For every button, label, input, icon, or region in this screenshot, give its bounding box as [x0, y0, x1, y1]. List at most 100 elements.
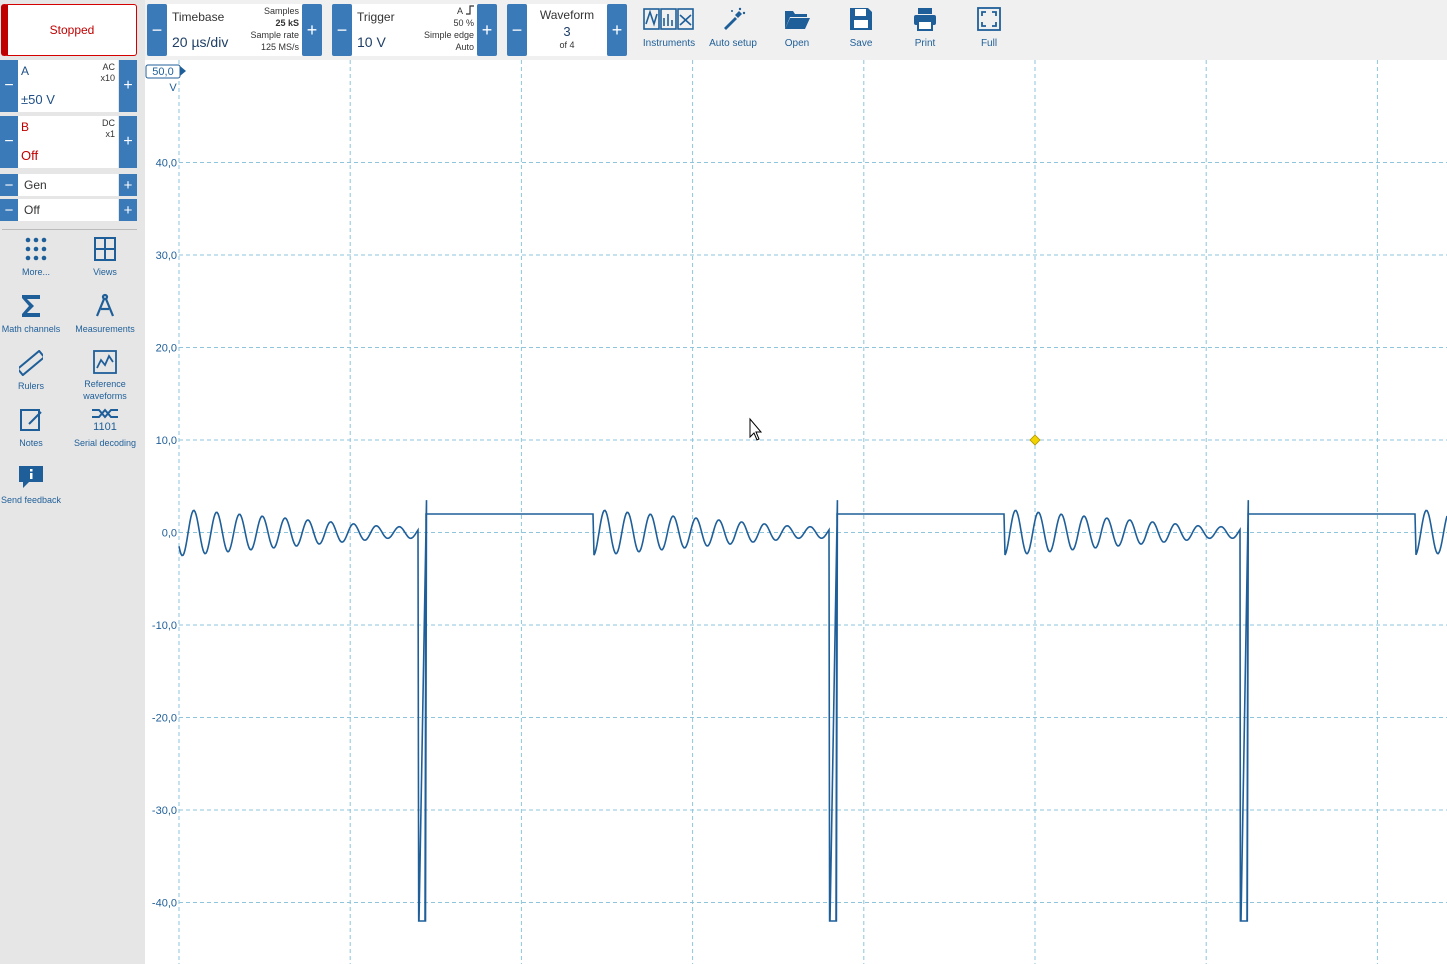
open-label: Open	[784, 38, 810, 49]
y-tick-label: -10,0	[152, 620, 177, 632]
channel-b-range: Off	[21, 148, 39, 163]
timebase-increase-button[interactable]: +	[302, 4, 322, 56]
top-toolbar: − Timebase 20 µs/div Samples 25 kS Sampl…	[145, 0, 1447, 60]
y-axis-unit: V	[169, 82, 177, 94]
channel-b-probe: x1	[105, 129, 115, 139]
y-tick-label: -30,0	[152, 805, 177, 817]
channel-b-decrease-button[interactable]: −	[0, 116, 18, 168]
channel-a-control[interactable]: − A AC x10 ±50 V +	[0, 60, 137, 112]
more-button[interactable]: More...	[0, 236, 72, 278]
instruments-button[interactable]: Instruments	[638, 4, 700, 49]
serial-decoding-icon: 1101	[69, 407, 141, 433]
sample-rate-value: 125 MS/s	[260, 42, 299, 52]
channel-a-increase-button[interactable]: +	[119, 60, 137, 112]
generator-decrease-button[interactable]: −	[0, 174, 18, 196]
generator-state-increase-button[interactable]: +	[119, 199, 137, 221]
run-state-label: Stopped	[49, 23, 95, 37]
reference-waveforms-label: Reference waveforms	[83, 379, 127, 401]
channel-a-range: ±50 V	[21, 92, 55, 107]
generator-state-row[interactable]: − Off +	[0, 199, 137, 221]
rulers-button[interactable]: Rulers	[0, 350, 67, 392]
generator-label: Gen	[18, 174, 118, 196]
generator-state: Off	[18, 199, 118, 221]
y-tick-label: -20,0	[152, 713, 177, 725]
timebase-title: Timebase	[172, 10, 225, 24]
measurements-button[interactable]: Measurements	[69, 293, 141, 335]
run-stop-button[interactable]: Stopped	[1, 4, 137, 56]
folder-open-icon	[766, 6, 828, 32]
ruler-icon	[0, 350, 67, 376]
sample-rate-label: Sample rate	[250, 30, 299, 40]
channel-a-waveform-line	[178, 500, 1447, 922]
timebase-decrease-button[interactable]: −	[147, 4, 167, 56]
trigger-increase-button[interactable]: +	[477, 4, 497, 56]
send-feedback-button[interactable]: Send feedback	[0, 464, 67, 506]
caliper-icon	[69, 293, 141, 319]
y-axis-top-badge[interactable]: 50,0	[145, 64, 186, 79]
waveform-chart[interactable]: 50,0 V 40,0 30,0 20,0 10,0 0,0 -10,0 -20,0 -30,…	[145, 60, 1447, 964]
generator-state-decrease-button[interactable]: −	[0, 199, 18, 221]
save-button[interactable]: Save	[830, 4, 892, 49]
y-tick-label: 0,0	[162, 528, 177, 540]
mouse-cursor-icon	[749, 417, 763, 441]
waveform-title: Waveform	[539, 8, 595, 22]
channel-b-name: B	[21, 120, 30, 134]
channel-a-coupling: AC	[102, 62, 115, 72]
channel-a-name: A	[21, 64, 30, 78]
generator-increase-button[interactable]: +	[119, 174, 137, 196]
instruments-label: Instruments	[642, 38, 696, 49]
channel-a-trace	[178, 500, 1447, 922]
views-button[interactable]: Views	[69, 236, 141, 278]
y-tick-label: 10,0	[156, 435, 177, 447]
waveform-current: 3	[563, 24, 571, 39]
math-channels-label: Math channels	[1, 324, 61, 334]
grid	[178, 60, 1447, 964]
svg-text:1101: 1101	[93, 421, 117, 433]
print-icon	[894, 6, 956, 32]
samples-label: Samples	[263, 6, 299, 16]
instruments-icon	[638, 6, 700, 32]
rulers-label: Rulers	[17, 381, 44, 391]
waveform-total: of 4	[559, 40, 575, 50]
channel-a-probe: x10	[100, 73, 115, 83]
scope-plot-area[interactable]: 50,0 V 40,0 30,0 20,0 10,0 0,0 -10,0 -20,0 -30,…	[145, 60, 1447, 964]
trigger-mode: Auto	[455, 42, 474, 52]
serial-decoding-button[interactable]: 1101 Serial decoding	[69, 407, 141, 449]
channel-b-control[interactable]: − B DC x1 Off +	[0, 116, 137, 168]
notes-button[interactable]: Notes	[0, 407, 67, 449]
notes-label: Notes	[19, 438, 43, 448]
reference-waveforms-button[interactable]: Reference waveforms	[69, 350, 141, 402]
waveform-control[interactable]: − Waveform 3 of 4 +	[507, 4, 627, 56]
math-channels-button[interactable]: Math channels	[0, 293, 67, 335]
channel-a-decrease-button[interactable]: −	[0, 60, 18, 112]
y-tick-label: 20,0	[156, 343, 177, 355]
auto-setup-button[interactable]: Auto setup	[702, 4, 764, 49]
timebase-value: 20 µs/div	[172, 34, 229, 50]
full-screen-button[interactable]: Full	[958, 4, 1020, 49]
print-button[interactable]: Print	[894, 4, 956, 49]
feedback-icon	[0, 464, 67, 490]
oscilloscope-app: Stopped − A AC x10 ±50 V + − B DC x1 Off +…	[0, 0, 1447, 964]
open-button[interactable]: Open	[766, 4, 828, 49]
waveform-next-button[interactable]: +	[607, 4, 627, 56]
y-axis-labels: 50,0 V 40,0 30,0 20,0 10,0 0,0 -10,0 -20,0 -30,…	[145, 64, 186, 910]
channel-b-coupling: DC	[102, 118, 115, 128]
print-label: Print	[914, 38, 936, 49]
trigger-type: Simple edge	[423, 30, 474, 40]
generator-label-row[interactable]: − Gen +	[0, 174, 137, 196]
trigger-decrease-button[interactable]: −	[332, 4, 352, 56]
notes-icon	[0, 407, 67, 433]
measurements-label: Measurements	[75, 324, 135, 334]
trigger-control[interactable]: − Trigger 10 V A 50 % Simple edge Auto +	[332, 4, 497, 56]
trigger-title: Trigger	[357, 10, 395, 24]
trigger-marker-diamond[interactable]	[1029, 434, 1041, 446]
reference-waveform-icon	[69, 350, 141, 374]
views-grid-icon	[69, 236, 141, 262]
sidebar-divider	[2, 229, 137, 230]
serial-decoding-label: Serial decoding	[73, 438, 137, 448]
timebase-control[interactable]: − Timebase 20 µs/div Samples 25 kS Sampl…	[147, 4, 322, 56]
dots-grid-icon	[0, 236, 72, 262]
channel-b-increase-button[interactable]: +	[119, 116, 137, 168]
more-label: More...	[21, 267, 50, 277]
waveform-previous-button[interactable]: −	[507, 4, 527, 56]
